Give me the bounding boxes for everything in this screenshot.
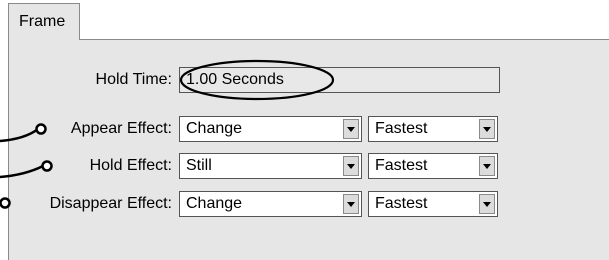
tab-frame[interactable]: Frame — [8, 3, 80, 40]
disappear-effect-select[interactable]: Change — [179, 191, 362, 217]
appear-speed-select[interactable]: Fastest — [368, 116, 498, 142]
hold-time-value: 1.00 Seconds — [186, 71, 284, 88]
appear-effect-label: Appear Effect: — [70, 120, 172, 137]
appear-effect-value: Change — [186, 120, 243, 137]
chevron-down-icon — [347, 202, 355, 207]
hold-speed-dropdown-button[interactable] — [479, 156, 495, 176]
chevron-down-icon — [483, 202, 491, 207]
hold-speed-select[interactable]: Fastest — [368, 153, 498, 179]
chevron-down-icon — [483, 127, 491, 132]
hold-effect-label: Hold Effect: — [89, 157, 172, 174]
appear-speed-dropdown-button[interactable] — [479, 119, 495, 139]
disappear-speed-value: Fastest — [375, 195, 428, 212]
chevron-down-icon — [347, 164, 355, 169]
hold-effect-select[interactable]: Still — [179, 153, 362, 179]
disappear-speed-select[interactable]: Fastest — [368, 191, 498, 217]
tab-frame-label: Frame — [19, 13, 66, 30]
appear-speed-value: Fastest — [375, 120, 428, 137]
disappear-effect-dropdown-button[interactable] — [343, 194, 359, 214]
hold-effect-dropdown-button[interactable] — [343, 156, 359, 176]
hold-speed-value: Fastest — [375, 157, 428, 174]
hold-effect-value: Still — [186, 157, 212, 174]
disappear-effect-value: Change — [186, 195, 243, 212]
hold-time-label: Hold Time: — [95, 71, 172, 88]
disappear-speed-dropdown-button[interactable] — [479, 194, 495, 214]
chevron-down-icon — [347, 127, 355, 132]
hold-time-field[interactable]: 1.00 Seconds — [179, 67, 500, 93]
appear-effect-dropdown-button[interactable] — [343, 119, 359, 139]
disappear-effect-label: Disappear Effect: — [49, 195, 172, 212]
chevron-down-icon — [483, 164, 491, 169]
appear-effect-select[interactable]: Change — [179, 116, 362, 142]
